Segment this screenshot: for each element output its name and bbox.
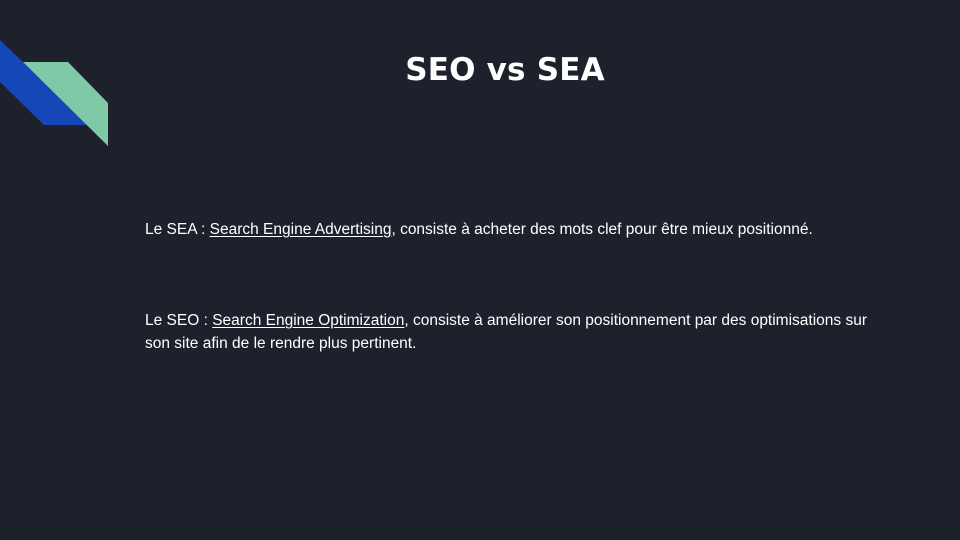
seo-prefix: Le SEO : — [145, 312, 213, 329]
sea-link[interactable]: Search Engine Advertising — [210, 221, 392, 238]
sea-prefix: Le SEA : — [145, 221, 210, 238]
slide-title: SEO vs SEA — [405, 52, 605, 88]
slide: SEO vs SEA Le SEA : Search Engine Advert… — [0, 0, 960, 540]
sea-paragraph: Le SEA : Search Engine Advertising, cons… — [145, 218, 875, 241]
seo-link[interactable]: Search Engine Optimization — [212, 312, 404, 329]
diagonal-stripes-decoration — [0, 40, 108, 146]
sea-description: , consiste à acheter des mots clef pour … — [391, 221, 813, 238]
seo-paragraph: Le SEO : Search Engine Optimization, con… — [145, 309, 875, 355]
